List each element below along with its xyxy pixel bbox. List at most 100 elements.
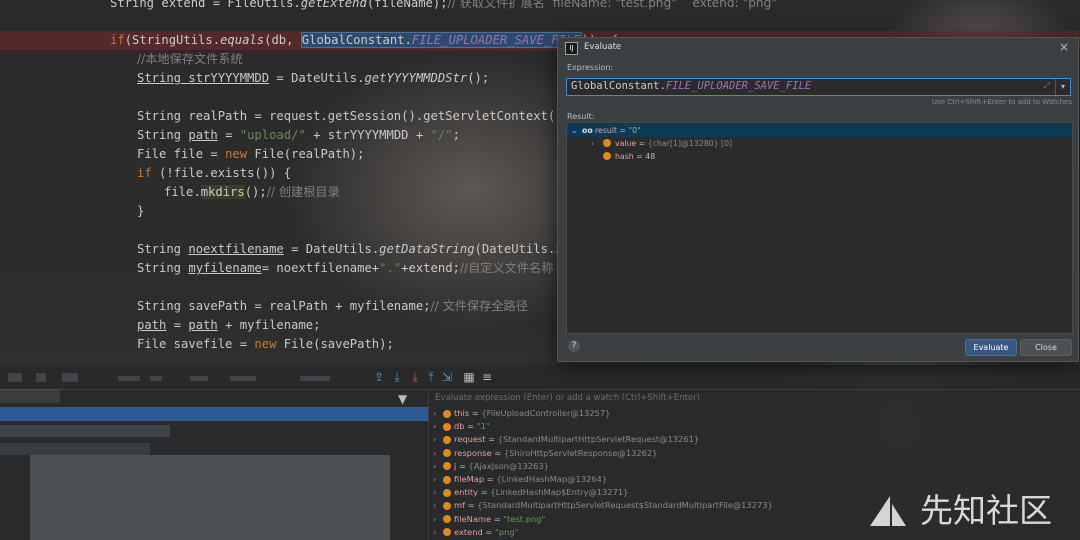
equals-sign: = — [491, 447, 504, 458]
blurred-frame-c — [0, 443, 150, 455]
watermark-logo-icon — [870, 496, 906, 526]
variable-row[interactable]: › fileName = "test.png" — [433, 513, 545, 526]
blurred-tab-8 — [300, 376, 330, 381]
dialog-titlebar: IJ Evaluate × — [558, 38, 1078, 58]
variable-value: {LinkedHashMap$Entry@13271} — [490, 487, 629, 498]
blurred-tab-6 — [190, 376, 208, 381]
chevron-right-icon[interactable]: › — [433, 447, 443, 460]
result-label: Result: — [567, 112, 595, 121]
variable-value: {ShiroHttpServletResponse@13262} — [503, 447, 658, 458]
expression-label: Expression: — [567, 63, 614, 72]
history-dropdown-icon[interactable]: ▾ — [1055, 79, 1070, 95]
variable-row[interactable]: › mf = {StandardMultipartHttpServletReque… — [433, 499, 773, 512]
code-token: + strYYYYMMDD + — [305, 128, 431, 142]
help-icon[interactable]: ? — [568, 340, 580, 352]
blurred-tab-1 — [8, 373, 22, 382]
variable-value: {AjaxJson@13263} — [468, 460, 549, 471]
chevron-down-icon[interactable]: ⌄ — [571, 124, 578, 137]
chevron-right-icon[interactable]: › — [433, 460, 443, 473]
variable-value: {StandardMultipartHttpServletRequest$Sta… — [477, 500, 773, 511]
code-line-text: String realPath = request.getSession().g… — [137, 107, 607, 126]
evaluate-expression-field[interactable]: Evaluate expression (Enter) or add a wat… — [435, 393, 700, 403]
expand-icon[interactable]: ⤢ — [1044, 81, 1050, 91]
selected-frame-blur — [0, 407, 428, 421]
variable-row[interactable]: › db = "1" — [433, 420, 490, 433]
code-token: = noextfilename+ — [261, 261, 380, 275]
result-tree[interactable]: ⌄ oo result = "0" › value = {char[1]@132… — [566, 122, 1073, 334]
code-token: "." — [379, 261, 402, 275]
blurred-tab-4 — [118, 376, 140, 381]
result-value-row[interactable]: › value = {char[1]@13280} [0] — [567, 137, 1072, 150]
result-hash-row[interactable]: hash = 48 — [567, 150, 1072, 163]
evaluate-button[interactable]: Evaluate — [965, 339, 1017, 356]
variable-value: {FileUploadController@13257} — [481, 408, 611, 418]
expression-input[interactable]: GlobalConstant.FILE_UPLOADER_SAVE_FILE ⤢… — [566, 78, 1071, 96]
variable-row[interactable]: › j = {AjaxJson@13263} — [433, 460, 549, 473]
expression-text[interactable]: GlobalConstant.FILE_UPLOADER_SAVE_FILE — [571, 80, 811, 92]
code-token: String — [137, 128, 189, 142]
code-line[interactable]: String extend = FileUtils.getExtend(file… — [0, 0, 1080, 13]
code-token: File(savePath); — [276, 337, 394, 351]
field-badge-icon — [603, 152, 611, 160]
variable-row[interactable]: › fileMap = {LinkedHashMap@13264} — [433, 473, 607, 486]
equals-sign: = — [491, 513, 504, 524]
code-token: String — [137, 261, 189, 275]
code-token: (fileName); — [366, 0, 448, 10]
dialog-title: Evaluate — [584, 42, 622, 52]
equals-sign: = — [478, 487, 491, 498]
show-execution-point-icon[interactable]: ⇪ — [372, 370, 386, 384]
code-token: (StringUtils. — [124, 33, 221, 47]
close-icon[interactable]: × — [1059, 40, 1069, 54]
run-to-cursor-icon[interactable]: ⇲ — [440, 370, 454, 384]
chevron-right-icon[interactable]: › — [433, 473, 443, 486]
chevron-right-icon[interactable]: › — [433, 420, 443, 433]
step-into-icon[interactable]: ⤓ — [408, 370, 422, 384]
code-line-text: file.mkdirs();// 创建根目录 — [164, 183, 340, 202]
chevron-right-icon[interactable]: › — [433, 486, 443, 499]
variable-badge-icon — [443, 462, 451, 471]
equals-sign: = — [469, 408, 482, 418]
variable-row[interactable]: › request = {StandardMultipartHttpServlet… — [433, 433, 699, 446]
filter-icon[interactable]: ▼ — [398, 392, 407, 406]
code-token: // 获取文件扩展名 fileName: "test.png" extend: … — [447, 0, 777, 10]
code-token: = DateUtils. — [283, 242, 380, 256]
code-token: String — [137, 242, 189, 256]
chevron-right-icon[interactable]: › — [433, 407, 443, 420]
blurred-tab-2 — [36, 373, 46, 382]
chevron-right-icon[interactable]: › — [433, 513, 443, 526]
code-token: "upload/" — [239, 128, 306, 142]
code-token: (!file.exists()) { — [151, 166, 292, 180]
code-token: getDataString — [379, 242, 475, 256]
variable-badge-icon — [443, 449, 451, 458]
code-token: +extend; — [401, 261, 460, 275]
chevron-right-icon[interactable]: › — [433, 526, 443, 539]
code-token: ; — [452, 128, 460, 142]
step-out-icon[interactable]: ⤒ — [424, 370, 438, 384]
variable-value: "1" — [476, 421, 490, 432]
code-token: //本地保存文件系统 — [137, 52, 243, 66]
code-line-text: String extend = FileUtils.getExtend(file… — [110, 0, 777, 13]
evaluate-icon[interactable]: ▦ — [462, 370, 476, 384]
step-over-icon[interactable]: ⤓ — [390, 370, 404, 384]
variable-row[interactable]: › entity = {LinkedHashMap$Entry@13271} — [433, 486, 628, 499]
variable-name: db — [454, 421, 465, 432]
equals-sign: = — [485, 434, 498, 445]
code-line-text: if (!file.exists()) { — [137, 164, 291, 183]
chevron-right-icon[interactable]: › — [591, 137, 594, 150]
result-row[interactable]: ⌄ oo result = "0" — [567, 124, 1072, 137]
code-token: String extend = FileUtils. — [110, 0, 301, 10]
variable-value: "png" — [495, 526, 519, 537]
trace-icon[interactable]: ≡ — [480, 370, 494, 384]
close-button[interactable]: Close — [1020, 339, 1072, 356]
code-line-text: String savePath = realPath + myfilename;… — [137, 297, 528, 316]
variable-row[interactable]: › this = {FileUploadController@13257} — [433, 407, 610, 420]
chevron-right-icon[interactable]: › — [433, 499, 443, 512]
variable-row[interactable]: › response = {ShiroHttpServletResponse@13… — [433, 447, 658, 460]
variable-row[interactable]: › extend = "png" — [433, 526, 518, 539]
variable-name: response — [454, 447, 492, 458]
variable-value: {LinkedHashMap@13264} — [496, 474, 608, 484]
code-token: file. — [164, 185, 201, 199]
chevron-right-icon[interactable]: › — [433, 433, 443, 446]
code-token: (); — [467, 71, 490, 85]
variable-name: entity — [454, 487, 479, 498]
